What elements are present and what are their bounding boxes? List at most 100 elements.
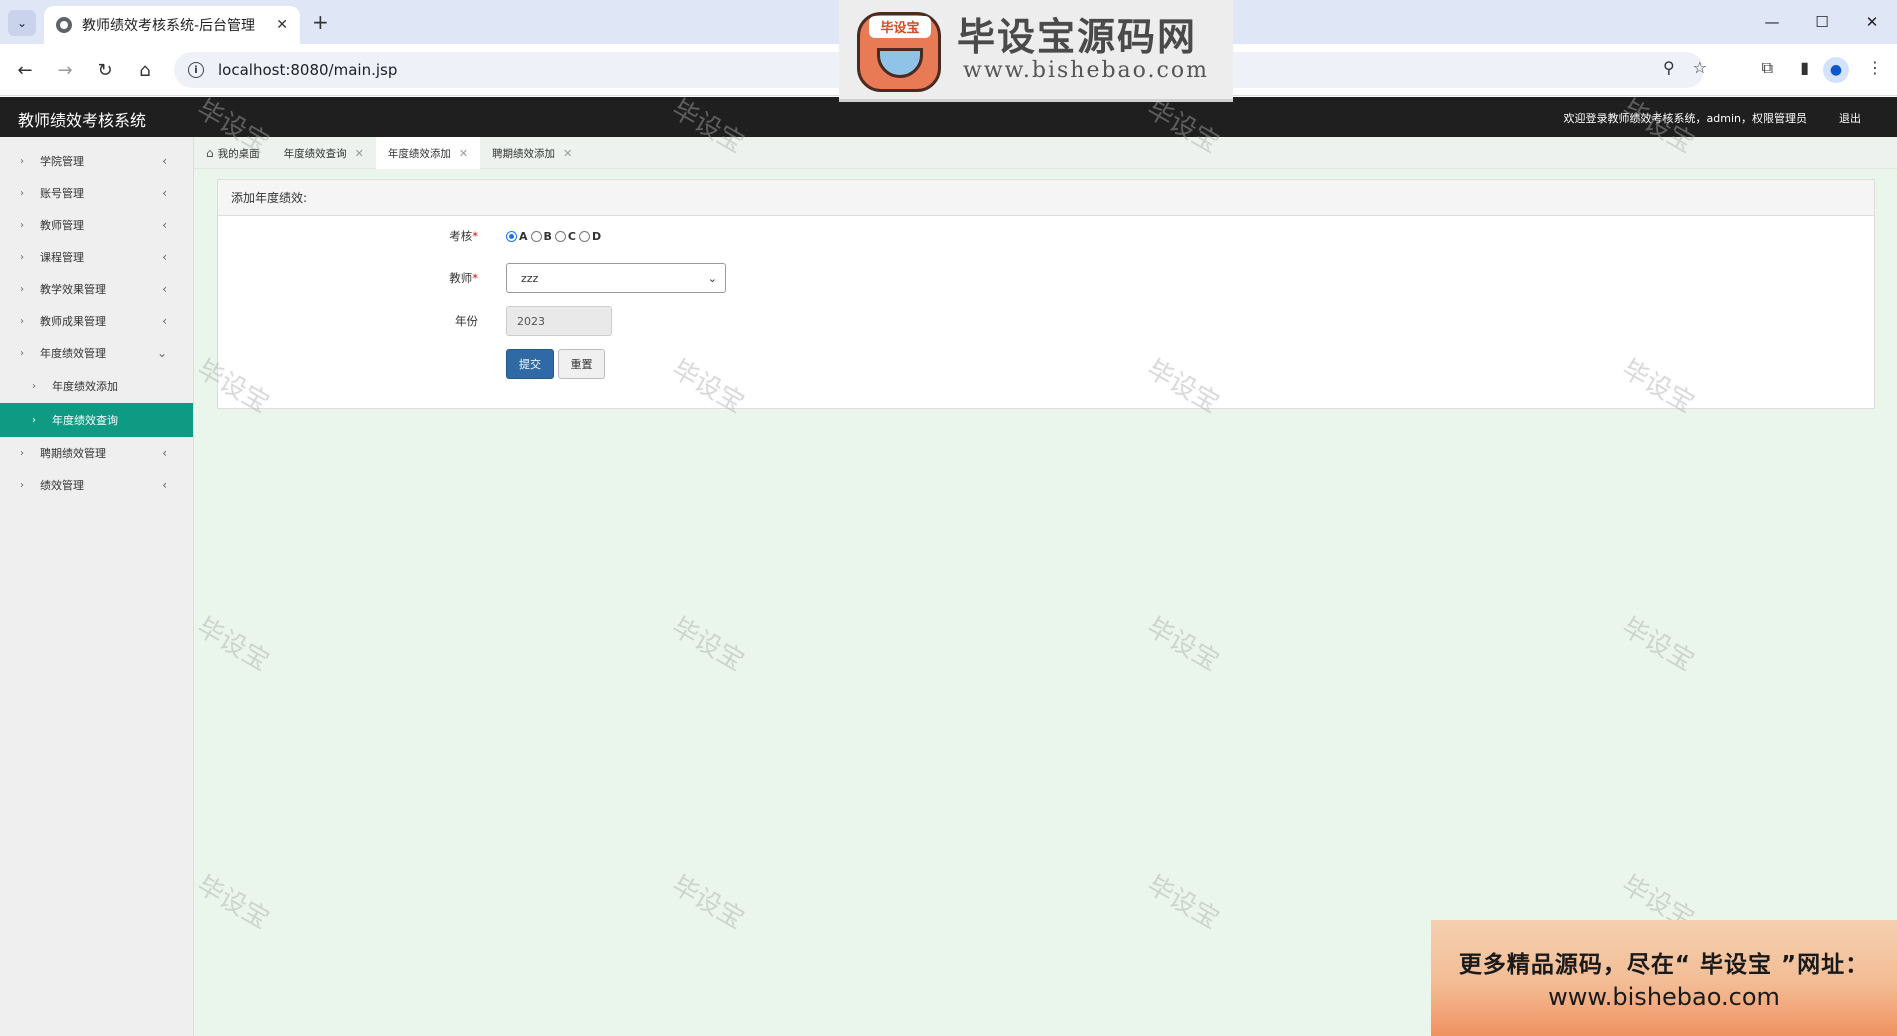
close-icon[interactable]: ✕ xyxy=(563,147,572,160)
sidebar-item-label: 教师成果管理 xyxy=(40,315,106,328)
submit-button[interactable]: 提交 xyxy=(506,349,554,379)
maximize-icon[interactable]: ☐ xyxy=(1797,0,1847,44)
bookmark-star-icon[interactable]: ☆ xyxy=(1693,58,1707,77)
tab-label: 年度绩效添加 xyxy=(387,147,451,160)
tab-search-button[interactable]: ⌄ xyxy=(8,10,36,36)
chevron-right-icon: › xyxy=(32,380,36,392)
brand-text: 毕设宝源码网 www.bishebao.com xyxy=(957,16,1209,83)
grade-option-label: D xyxy=(591,229,602,243)
grade-radio-d[interactable] xyxy=(578,230,590,242)
chevron-left-icon: ‹ xyxy=(162,446,167,460)
extensions-icon[interactable]: ⧉ xyxy=(1762,58,1773,78)
promo-line2: www.bishebao.com xyxy=(1548,983,1780,1011)
sidebar-item-annual-performance[interactable]: › 年度绩效管理 ⌄ xyxy=(0,337,193,369)
sidebar-item-annual-query[interactable]: › 年度绩效查询 xyxy=(0,403,193,437)
promo-banner: 更多精品源码，尽在“ 毕设宝 ”网址： www.bishebao.com xyxy=(1431,920,1897,1036)
logout-link[interactable]: 退出 xyxy=(1839,110,1861,126)
chevron-right-icon: › xyxy=(32,414,36,426)
teacher-select[interactable]: zzz ⌄ xyxy=(506,263,726,293)
url-text: localhost:8080/main.jsp xyxy=(218,61,398,79)
forward-icon[interactable]: → xyxy=(52,57,78,83)
grade-option-label: C xyxy=(567,229,576,243)
more-menu-icon[interactable]: ⋮ xyxy=(1867,58,1883,77)
close-icon[interactable]: ✕ xyxy=(355,147,364,160)
app-title: 教师绩效考核系统 xyxy=(18,111,147,130)
chevron-left-icon: ‹ xyxy=(162,154,167,168)
teacher-row: 教师* zzz ⌄ xyxy=(218,263,726,293)
sidebar-item-course[interactable]: › 课程管理 ‹ xyxy=(0,241,193,273)
promo-line1: 更多精品源码，尽在“ 毕设宝 ”网址： xyxy=(1458,952,1870,978)
tab-annual-query[interactable]: 年度绩效查询 ✕ xyxy=(272,137,376,169)
info-icon[interactable]: i xyxy=(188,62,204,78)
brand-banner: 毕设宝 毕设宝源码网 www.bishebao.com xyxy=(839,0,1233,102)
grade-row: 考核* A B C D xyxy=(218,228,604,244)
sidebar-item-label: 教学效果管理 xyxy=(40,283,106,296)
sidebar-item-label: 绩效管理 xyxy=(40,479,84,492)
chevron-right-icon: › xyxy=(20,315,24,327)
back-icon[interactable]: ← xyxy=(12,57,38,83)
chevron-right-icon: › xyxy=(20,347,24,359)
year-row: 年份 2023 xyxy=(218,306,612,336)
add-annual-performance-panel: 添加年度绩效: 考核* A B C D 教师* zzz ⌄ 年份 2023 提交… xyxy=(217,179,1875,409)
grade-option-label: A xyxy=(519,229,528,243)
reload-icon[interactable]: ↻ xyxy=(92,57,118,83)
chevron-down-icon: ⌄ xyxy=(16,16,28,30)
chevron-down-icon: ⌄ xyxy=(156,346,167,360)
tab-annual-add[interactable]: 年度绩效添加 ✕ xyxy=(375,137,481,169)
sidebar-item-account[interactable]: › 账号管理 ‹ xyxy=(0,177,193,209)
chevron-right-icon: › xyxy=(20,283,24,295)
app-header: 教师绩效考核系统 欢迎登录教师绩效考核系统，admin，权限管理员 退出 xyxy=(0,97,1897,137)
home-icon: ⌂ xyxy=(206,146,214,160)
grade-radio-c[interactable] xyxy=(554,230,566,242)
chevron-left-icon: ‹ xyxy=(162,218,167,232)
grade-option-label: B xyxy=(543,229,552,243)
close-icon[interactable]: ✕ xyxy=(276,17,288,33)
reset-button[interactable]: 重置 xyxy=(558,349,605,379)
sidebar-item-label: 课程管理 xyxy=(40,251,84,264)
chevron-right-icon: › xyxy=(20,155,24,167)
chevron-left-icon: ‹ xyxy=(162,282,167,296)
tab-label: 我的桌面 xyxy=(217,147,260,160)
new-tab-button[interactable]: + xyxy=(312,10,329,34)
grade-label-text: 考核 xyxy=(449,229,473,243)
panel-heading: 添加年度绩效: xyxy=(218,180,1874,216)
sidebar-item-teacher[interactable]: › 教师管理 ‹ xyxy=(0,209,193,241)
brand-logo-icon: 毕设宝 xyxy=(851,6,947,94)
tab-label: 聘期绩效添加 xyxy=(492,147,556,160)
sidebar-item-label: 教师管理 xyxy=(40,219,84,232)
sidebar-item-label: 年度绩效管理 xyxy=(40,347,106,360)
sidebar-item-annual-add[interactable]: › 年度绩效添加 xyxy=(0,369,193,403)
minimize-icon[interactable]: — xyxy=(1747,0,1797,44)
grade-label: 考核* xyxy=(218,228,482,244)
side-panel-icon[interactable]: ▮ xyxy=(1800,58,1809,77)
page-tabs: ⌂ 我的桌面 年度绩效查询 ✕ 年度绩效添加 ✕ 聘期绩效添加 ✕ xyxy=(194,137,1897,169)
close-icon[interactable]: ✕ xyxy=(459,147,468,160)
sidebar-item-performance[interactable]: › 绩效管理 ‹ xyxy=(0,469,193,501)
browser-tab[interactable]: 教师绩效考核系统-后台管理 ✕ xyxy=(44,6,300,44)
sidebar-item-term-performance[interactable]: › 聘期绩效管理 ‹ xyxy=(0,437,193,469)
sidebar-item-teacher-achievement[interactable]: › 教师成果管理 ‹ xyxy=(0,305,193,337)
home-icon[interactable]: ⌂ xyxy=(132,57,158,83)
teacher-label: 教师* xyxy=(218,270,482,286)
zoom-icon[interactable]: ⚲ xyxy=(1663,58,1675,77)
grade-radio-b[interactable] xyxy=(530,230,542,242)
globe-icon xyxy=(56,17,72,33)
sidebar-item-label: 年度绩效查询 xyxy=(52,414,118,427)
tab-my-desktop[interactable]: ⌂ 我的桌面 xyxy=(194,137,272,169)
sidebar-item-label: 账号管理 xyxy=(40,187,84,200)
sidebar-item-college[interactable]: › 学院管理 ‹ xyxy=(0,145,193,177)
year-input[interactable]: 2023 xyxy=(506,306,612,336)
button-row: 提交 重置 xyxy=(218,349,605,379)
sidebar-item-label: 学院管理 xyxy=(40,155,84,168)
chevron-left-icon: ‹ xyxy=(162,478,167,492)
brand-url: www.bishebao.com xyxy=(963,58,1209,83)
window-close-icon[interactable]: ✕ xyxy=(1847,0,1897,44)
year-label: 年份 xyxy=(455,314,478,328)
tab-term-add[interactable]: 聘期绩效添加 ✕ xyxy=(480,137,584,169)
profile-avatar-icon[interactable]: ● xyxy=(1823,57,1849,83)
sidebar-item-teaching-effect[interactable]: › 教学效果管理 ‹ xyxy=(0,273,193,305)
grade-radio-a[interactable] xyxy=(506,230,517,242)
brand-logo-badge: 毕设宝 xyxy=(869,15,931,38)
chevron-down-icon: ⌄ xyxy=(707,271,717,285)
sidebar: › 学院管理 ‹ › 账号管理 ‹ › 教师管理 ‹ › 课程管理 ‹ › 教学… xyxy=(0,137,194,1036)
